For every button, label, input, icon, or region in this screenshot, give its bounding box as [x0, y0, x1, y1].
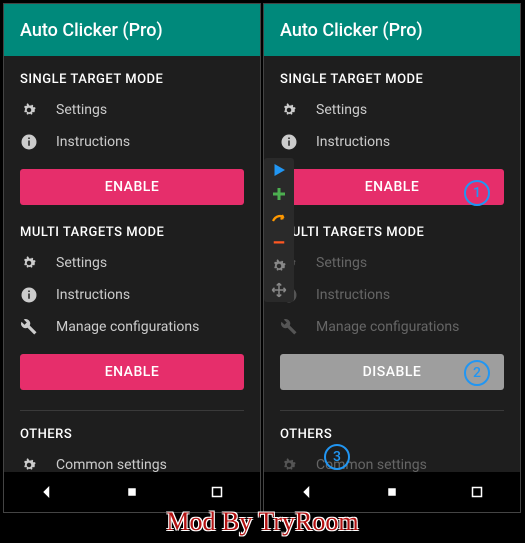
swipe-icon[interactable]	[264, 206, 294, 230]
nav-back-icon[interactable]	[298, 483, 316, 501]
nav-home-icon[interactable]	[123, 483, 141, 501]
annotation-3: 3	[324, 444, 350, 470]
settings-label: Settings	[56, 102, 107, 118]
multi-settings-row[interactable]: Settings	[20, 254, 244, 272]
single-settings-row[interactable]: Settings	[20, 101, 244, 119]
single-instructions-row[interactable]: Instructions	[280, 133, 504, 151]
settings-label: Settings	[316, 255, 367, 271]
nav-home-icon[interactable]	[383, 483, 401, 501]
single-mode-title: SINGLE TARGET MODE	[20, 72, 244, 87]
wrench-icon	[20, 318, 38, 336]
single-mode-title: SINGLE TARGET MODE	[280, 72, 504, 87]
nav-recent-icon[interactable]	[468, 483, 486, 501]
appbar: Auto Clicker (Pro)	[4, 4, 260, 56]
info-icon	[280, 133, 298, 151]
nav-bar	[4, 472, 260, 512]
multi-mode-title: MULTI TARGETS MODE	[20, 225, 244, 240]
instructions-label: Instructions	[56, 287, 130, 303]
settings-label: Settings	[316, 102, 367, 118]
appbar: Auto Clicker (Pro)	[264, 4, 520, 56]
app-title: Auto Clicker (Pro)	[280, 20, 423, 41]
others-title: OTHERS	[20, 427, 244, 442]
play-icon[interactable]	[264, 158, 294, 182]
nav-back-icon[interactable]	[38, 483, 56, 501]
manage-config-row: Manage configurations	[280, 318, 504, 336]
multi-enable-button[interactable]: ENABLE	[20, 354, 244, 390]
multi-settings-row: Settings	[280, 254, 504, 272]
annotation-2: 2	[464, 360, 490, 386]
phone-left: Auto Clicker (Pro) SINGLE TARGET MODE Se…	[3, 3, 261, 513]
manage-config-row[interactable]: Manage configurations	[20, 318, 244, 336]
instructions-label: Instructions	[316, 134, 390, 150]
app-title: Auto Clicker (Pro)	[20, 20, 163, 41]
info-icon	[20, 133, 38, 151]
others-title: OTHERS	[280, 427, 504, 442]
instructions-label: Instructions	[316, 287, 390, 303]
move-icon[interactable]	[264, 278, 294, 302]
common-label: Common settings	[56, 457, 167, 473]
settings-label: Settings	[56, 255, 107, 271]
floating-toolbar[interactable]	[264, 158, 294, 302]
gear-icon	[20, 101, 38, 119]
info-icon	[20, 286, 38, 304]
plus-icon[interactable]	[264, 182, 294, 206]
multi-mode-title: MULTI TARGETS MODE	[280, 225, 504, 240]
wrench-icon	[280, 318, 298, 336]
divider	[20, 410, 244, 411]
single-settings-row[interactable]: Settings	[280, 101, 504, 119]
single-enable-button[interactable]: ENABLE	[20, 169, 244, 205]
instructions-label: Instructions	[56, 134, 130, 150]
annotation-1: 1	[464, 180, 490, 206]
multi-instructions-row: Instructions	[280, 286, 504, 304]
manage-label: Manage configurations	[56, 319, 199, 335]
gear-icon[interactable]	[264, 254, 294, 278]
gear-icon	[280, 101, 298, 119]
nav-recent-icon[interactable]	[208, 483, 226, 501]
phone-right: Auto Clicker (Pro) SINGLE TARGET MODE Se…	[263, 3, 521, 513]
single-instructions-row[interactable]: Instructions	[20, 133, 244, 151]
minus-icon[interactable]	[264, 230, 294, 254]
nav-bar	[264, 472, 520, 512]
manage-label: Manage configurations	[316, 319, 459, 335]
divider	[280, 410, 504, 411]
gear-icon	[20, 254, 38, 272]
multi-instructions-row[interactable]: Instructions	[20, 286, 244, 304]
